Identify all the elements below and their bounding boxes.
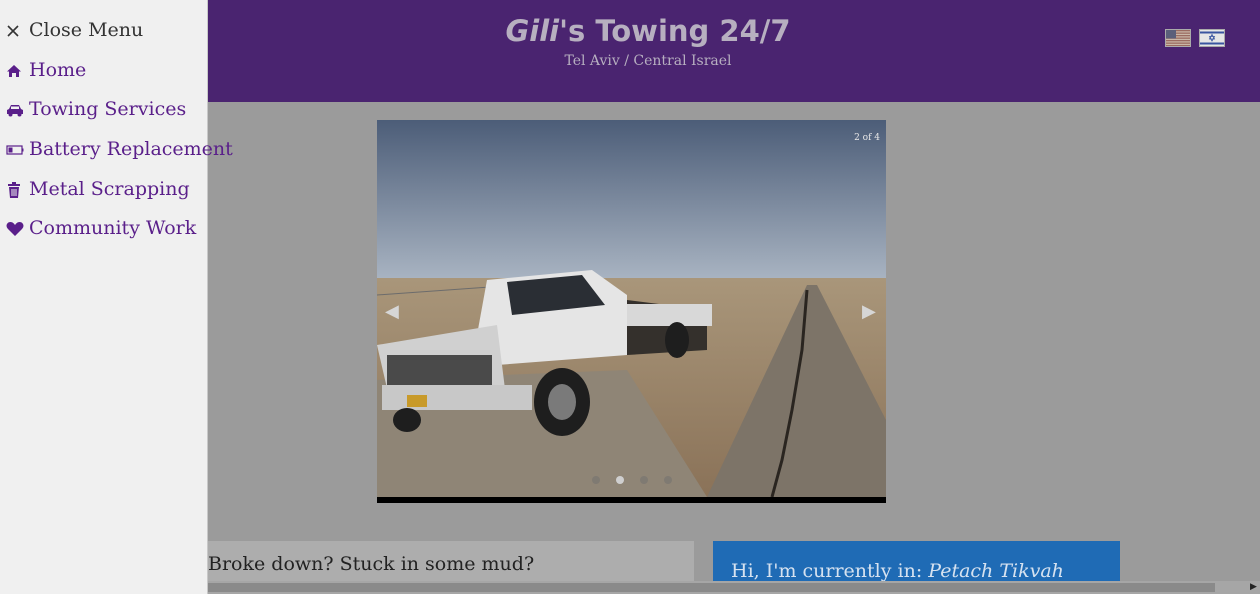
menu-item-label: Home xyxy=(29,59,87,81)
menu-item-label: Metal Scrapping xyxy=(29,178,190,200)
scrollbar-thumb[interactable] xyxy=(200,583,1215,592)
hebrew-flag[interactable] xyxy=(1199,29,1225,47)
scroll-right-arrow-icon[interactable]: ▶ xyxy=(1247,581,1260,594)
slide-dot[interactable] xyxy=(639,476,648,484)
tow-truck-photo xyxy=(377,120,886,497)
menu-item-community-work[interactable]: Community Work xyxy=(6,216,196,240)
location-prefix: Hi, I'm currently in: xyxy=(731,560,929,582)
previous-slide-arrow-icon[interactable]: ◀ xyxy=(385,302,399,322)
close-menu-label: Close Menu xyxy=(29,19,144,41)
site-title: Gili's Towing 24/7 xyxy=(208,14,1088,48)
car-icon xyxy=(6,102,24,118)
menu-item-label: Community Work xyxy=(29,217,197,239)
current-location: Petach Tikvah xyxy=(928,560,1064,582)
next-slide-arrow-icon[interactable]: ▶ xyxy=(862,302,876,322)
menu-item-label: Battery Replacement xyxy=(29,138,233,160)
trash-icon xyxy=(6,181,24,199)
site-title-rest: 's Towing 24/7 xyxy=(559,14,791,48)
site-subtitle: Tel Aviv / Central Israel xyxy=(564,53,732,69)
heart-icon xyxy=(6,221,24,237)
site-title-name: Gili xyxy=(505,14,560,48)
home-icon xyxy=(6,63,24,79)
close-icon xyxy=(6,24,24,38)
menu-item-battery-replacement[interactable]: Battery Replacement xyxy=(6,137,233,161)
slide-dots xyxy=(377,476,886,484)
side-menu: Close Menu Home Towing Services Battery … xyxy=(0,0,233,594)
intro-text: Broke down? Stuck in some mud? xyxy=(208,553,535,575)
menu-item-towing-services[interactable]: Towing Services xyxy=(6,97,186,121)
english-flag[interactable] xyxy=(1165,29,1191,47)
location-text: Hi, I'm currently in: Petach Tikvah xyxy=(731,560,1064,582)
slide-counter: 2 of 4 xyxy=(854,133,880,143)
close-menu-button[interactable]: Close Menu xyxy=(6,18,143,42)
battery-icon xyxy=(6,142,24,158)
menu-item-label: Towing Services xyxy=(29,98,187,120)
slide-dot-active[interactable] xyxy=(615,476,624,484)
menu-item-metal-scrapping[interactable]: Metal Scrapping xyxy=(6,177,190,201)
slide-dot[interactable] xyxy=(663,476,672,484)
image-slideshow: 2 of 4 ◀ ▶ xyxy=(377,120,886,503)
menu-item-home[interactable]: Home xyxy=(6,58,86,82)
slide-dot[interactable] xyxy=(591,476,600,484)
